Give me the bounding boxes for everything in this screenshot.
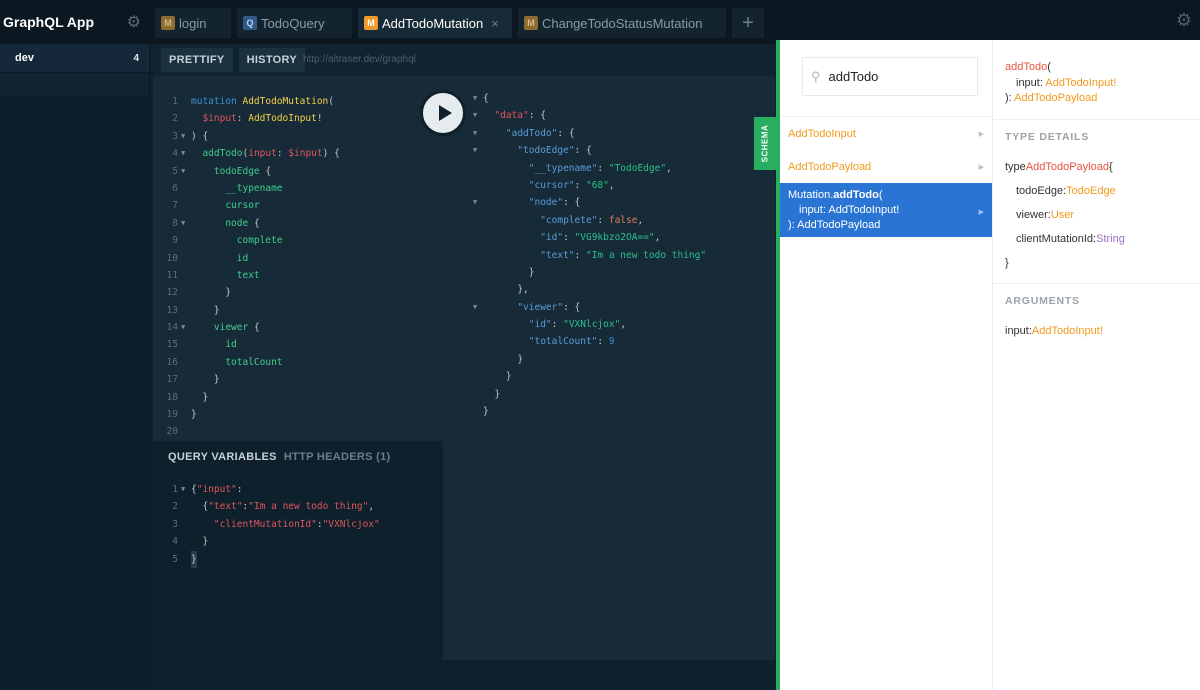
env-name: dev <box>15 52 34 64</box>
endpoint-url[interactable]: http://altraser.dev/graphql <box>303 54 416 65</box>
chevron-right-icon: ▶ <box>978 163 984 171</box>
column-divider <box>992 40 993 690</box>
tab-query-variables[interactable]: QUERY VARIABLES <box>168 451 277 463</box>
selected-paren: ( <box>878 188 883 201</box>
search-icon: ⚲ <box>811 68 821 84</box>
arg-type-link[interactable]: AddTodoInput! <box>1032 325 1103 337</box>
type-name: AddTodoPayload <box>1025 160 1109 173</box>
selected-args: input: AddTodoInput! <box>799 203 900 216</box>
tab-label: TodoQuery <box>261 15 325 31</box>
type-keyword: type <box>1005 160 1026 173</box>
prettify-button[interactable]: PRETTIFY <box>161 48 233 72</box>
tab-label: AddTodoMutation <box>382 15 484 31</box>
arg-name: input <box>1016 76 1040 89</box>
mutation-badge: M <box>524 16 538 30</box>
tab-addtodomutation[interactable]: M AddTodoMutation × <box>358 8 512 38</box>
arguments-heading: ARGUMENTS <box>1005 294 1080 307</box>
divider <box>992 118 1200 120</box>
tab-label: ChangeTodoStatusMutation <box>542 15 703 31</box>
field-type-link[interactable]: User <box>1051 209 1074 221</box>
variables-code[interactable]: 1 ▼{"input": 2 {"text": "Im a new todo thi… <box>153 473 443 568</box>
type-declaration: type AddTodoPayload { <box>1005 155 1200 179</box>
divider <box>992 282 1200 284</box>
sidebar-divider <box>0 72 149 96</box>
field-name: todoEdge <box>1016 184 1064 197</box>
list-item-selected[interactable]: Mutation.addTodo( input: AddTodoInput! )… <box>780 183 992 237</box>
field-name: viewer <box>1016 208 1048 221</box>
paren: ): <box>1005 92 1015 104</box>
tab-login[interactable]: M login <box>155 8 231 38</box>
schema-tab-label: SCHEMA <box>760 124 770 163</box>
tab-bar: M login Q TodoQuery M AddTodoMutation × … <box>150 0 1200 44</box>
query-badge: Q <box>243 16 257 30</box>
run-query-button[interactable] <box>420 90 466 136</box>
gear-icon[interactable]: ⚙ <box>127 12 141 32</box>
sidebar: GraphQL App ⚙ dev 4 <box>0 0 150 690</box>
type-field: viewer: User <box>1016 208 1075 221</box>
arg-name: input <box>1005 324 1029 337</box>
close-icon[interactable]: × <box>491 16 499 31</box>
app-title: GraphQL App <box>3 14 94 30</box>
type-field: todoEdge: TodoEdge <box>1016 184 1116 197</box>
list-item-label: AddTodoInput <box>788 127 856 140</box>
field-type-link[interactable]: String <box>1096 233 1125 245</box>
variables-panel: QUERY VARIABLES HTTP HEADERS (1) 1 ▼{"inp… <box>153 441 443 660</box>
tab-label: login <box>179 15 207 31</box>
selected-return: ): AddTodoPayload <box>788 218 881 231</box>
field-name: clientMutationId <box>1016 232 1094 245</box>
mutation-badge: M <box>364 16 378 30</box>
schema-panel: ⚲ addTodo AddTodoInput ▶ AddTodoPayload ▶ … <box>776 40 1200 690</box>
sidebar-item-dev[interactable]: dev 4 <box>0 44 149 72</box>
arg-type-link[interactable]: AddTodoInput! <box>1045 77 1116 89</box>
return-type-link[interactable]: AddTodoPayload <box>1014 92 1097 104</box>
type-field: clientMutationId: String <box>1016 232 1125 245</box>
play-icon <box>438 105 452 121</box>
result-viewer: ▼{ ▼ "data": { ▼ "addTodo": { ▼ "todoEdg… <box>443 76 775 660</box>
mutation-badge: M <box>161 16 175 30</box>
selected-field: addTodo <box>833 188 879 201</box>
schema-tab-button[interactable]: SCHEMA <box>754 117 776 170</box>
brace: { <box>1108 160 1113 173</box>
query-code[interactable]: 1 mutation AddTodoMutation( 2 $input: Add… <box>153 76 443 441</box>
chevron-right-icon: ▶ <box>978 209 984 216</box>
type-close-brace: } <box>1005 256 1009 269</box>
schema-search-input[interactable]: ⚲ addTodo <box>802 57 978 96</box>
tab-http-headers[interactable]: HTTP HEADERS (1) <box>284 451 391 463</box>
tab-changetodostatusmutation[interactable]: M ChangeTodoStatusMutation <box>518 8 726 38</box>
result-code: ▼{ ▼ "data": { ▼ "addTodo": { ▼ "todoEdg… <box>473 93 707 418</box>
selected-prefix: Mutation. <box>788 188 834 201</box>
sidebar-header: GraphQL App ⚙ <box>0 0 149 44</box>
field-name: addTodo <box>1005 61 1048 73</box>
chevron-right-icon: ▶ <box>978 130 984 138</box>
history-button[interactable]: HISTORY <box>238 48 305 72</box>
variables-tabs: QUERY VARIABLES HTTP HEADERS (1) <box>153 441 443 473</box>
argument-item: input: AddTodoInput! <box>1005 324 1103 337</box>
field-signature: addTodo( input: AddTodoInput! ): AddTodo… <box>1005 40 1200 107</box>
list-item-label: AddTodoPayload <box>788 160 872 173</box>
type-details-heading: TYPE DETAILS <box>1005 130 1090 143</box>
search-value: addTodo <box>828 69 879 84</box>
add-tab-button[interactable]: + <box>732 8 764 38</box>
result-header: http://altraser.dev/graphql <box>303 44 775 76</box>
schema-results-list: AddTodoInput ▶ AddTodoPayload ▶ Mutation.a… <box>780 116 992 237</box>
env-count-badge: 4 <box>133 52 139 64</box>
list-item[interactable]: AddTodoInput ▶ <box>780 117 992 150</box>
field-type-link[interactable]: TodoEdge <box>1066 185 1116 197</box>
list-item[interactable]: AddTodoPayload ▶ <box>780 150 992 183</box>
settings-gear-icon[interactable]: ⚙ <box>1176 10 1192 31</box>
schema-details: addTodo( input: AddTodoInput! ): AddTodo… <box>992 40 1200 343</box>
tab-todoquery[interactable]: Q TodoQuery <box>237 8 352 38</box>
plus-icon: + <box>742 11 754 34</box>
paren: ( <box>1047 61 1051 73</box>
